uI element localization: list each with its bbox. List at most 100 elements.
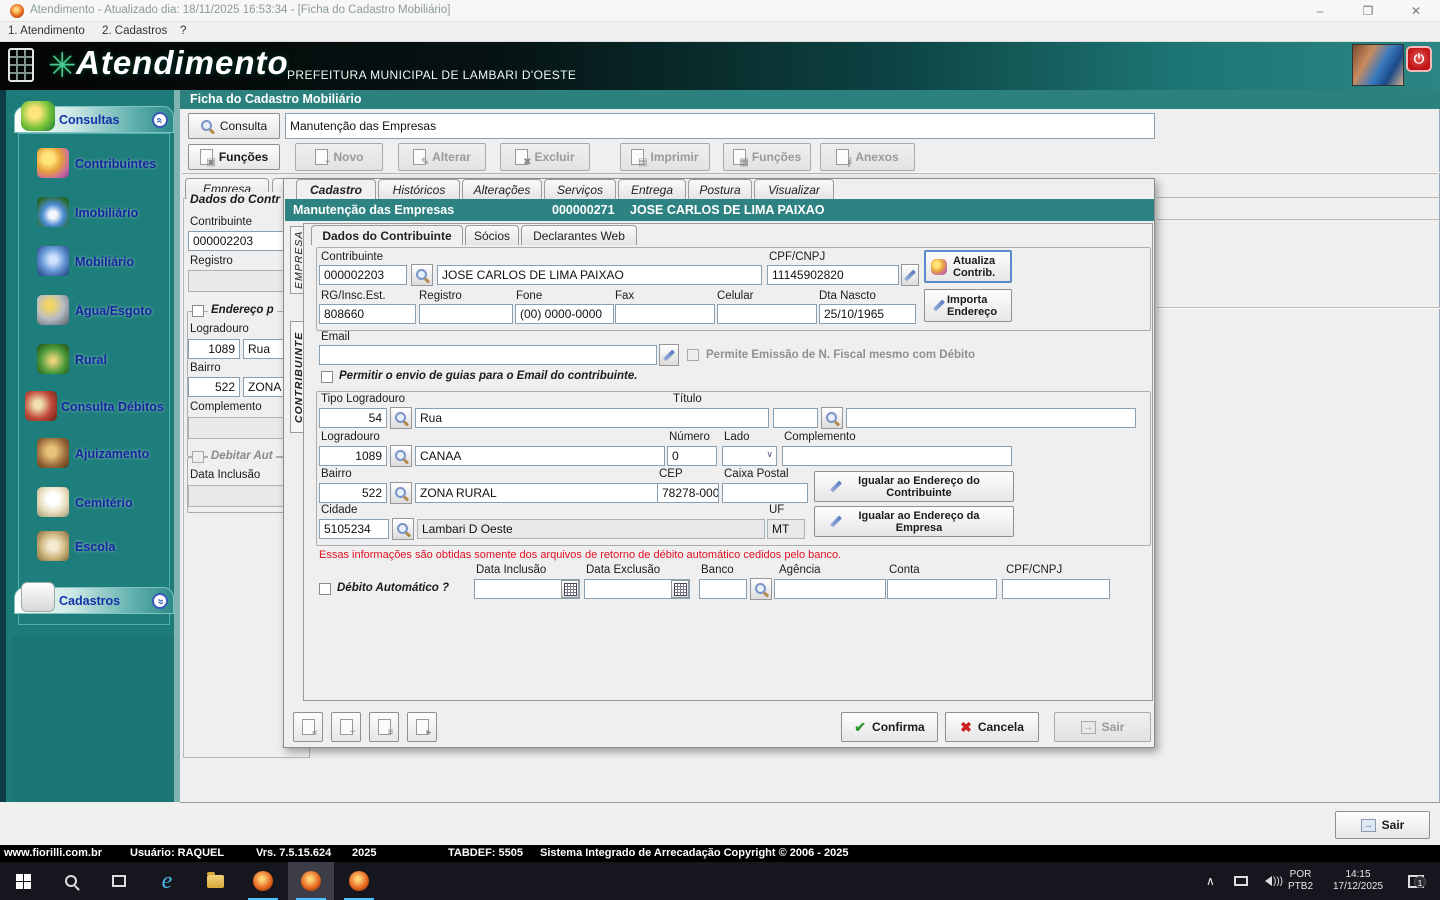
clock[interactable]: 14:15 17/12/2025 — [1322, 862, 1394, 900]
caixa-postal-input[interactable] — [722, 483, 808, 503]
data-inclusao-calendar-button[interactable] — [561, 580, 579, 598]
maximize-button[interactable]: ❐ — [1346, 0, 1390, 22]
titulo-search[interactable] — [821, 407, 843, 429]
cpf-input[interactable]: 11145902820 — [767, 265, 899, 285]
popup-tab-servicos[interactable]: Serviços — [544, 179, 616, 199]
debito-cpf-input[interactable] — [1002, 579, 1110, 599]
email-input[interactable] — [319, 345, 657, 365]
cpf-edit-button[interactable] — [901, 264, 919, 286]
network-icon[interactable] — [1234, 862, 1248, 900]
cep-input[interactable]: 78278-000 — [657, 483, 719, 503]
confirma-button[interactable]: ✔ Confirma — [841, 712, 938, 742]
permitir-envio-checkbox[interactable] — [321, 371, 333, 383]
nav-edit-button[interactable] — [369, 712, 399, 742]
contribuinte-name-input[interactable]: JOSE CARLOS DE LIMA PAIXAO — [437, 265, 762, 285]
banco-input[interactable] — [699, 579, 747, 599]
lado-dropdown[interactable] — [722, 446, 777, 466]
volume-icon[interactable]: ))) — [1260, 862, 1283, 900]
fone-input[interactable]: (00) 0000-0000 — [515, 304, 614, 324]
tipo-logradouro-search[interactable] — [390, 407, 412, 429]
celular-input[interactable] — [717, 304, 817, 324]
popup-sair-button[interactable]: → Sair — [1054, 712, 1151, 742]
contribuinte-search-button[interactable] — [411, 264, 433, 286]
expand-icon[interactable]: » — [152, 593, 168, 609]
cidade-value[interactable]: Lambari D Oeste — [417, 519, 765, 539]
start-button[interactable] — [0, 862, 46, 900]
funcoes-button[interactable]: Funções — [188, 144, 280, 170]
nav-first-button[interactable] — [293, 712, 323, 742]
popup-tab-entrega[interactable]: Entrega — [618, 179, 686, 199]
titulo-code[interactable] — [773, 408, 818, 428]
nascto-input[interactable]: 25/10/1965 — [819, 304, 916, 324]
popup-tab-visualizar[interactable]: Visualizar — [754, 179, 834, 199]
complemento-input[interactable] — [782, 446, 1012, 466]
fiorilli-app1-button[interactable] — [240, 862, 286, 900]
igualar-empresa-button[interactable]: Igualar ao Endereço da Empresa — [814, 506, 1014, 537]
importa-endereco-button[interactable]: Importa Endereço — [924, 289, 1012, 322]
back-logradouro-num[interactable]: 1089 — [188, 339, 240, 359]
back-endereco-checkbox[interactable] — [192, 305, 204, 317]
agencia-input[interactable] — [774, 579, 886, 599]
sidebar-item-consulta-debitos[interactable]: Consulta Débitos — [19, 391, 171, 425]
conta-input[interactable] — [887, 579, 997, 599]
contribuinte-code-input[interactable]: 000002203 — [319, 265, 407, 285]
rg-input[interactable]: 808660 — [319, 304, 416, 324]
excluir-button[interactable]: Excluir — [500, 143, 590, 171]
language-indicator[interactable]: POR PTB2 — [1288, 862, 1313, 900]
email-edit-button[interactable] — [659, 344, 679, 366]
file-explorer-button[interactable] — [192, 862, 238, 900]
close-button[interactable]: ✕ — [1394, 0, 1438, 22]
alterar-button[interactable]: Alterar — [398, 143, 486, 171]
sidebar-item-escola[interactable]: Escola — [19, 531, 171, 565]
sidebar-item-imobiliario[interactable]: Imobiliário — [19, 197, 171, 231]
bairro-value[interactable]: ZONA RURAL — [415, 483, 665, 503]
logradouro-search[interactable] — [390, 445, 412, 467]
fiorilli-app2-button[interactable] — [288, 862, 334, 900]
sidebar-item-cemiterio[interactable]: Cemitério — [19, 487, 171, 521]
fiorilli-app3-button[interactable] — [336, 862, 382, 900]
menu-cadastros[interactable]: 2. Cadastros — [102, 25, 167, 37]
sidebar-item-contribuintes[interactable]: Contribuintes — [19, 148, 171, 182]
tipo-logradouro-code[interactable]: 54 — [319, 408, 387, 428]
popup-tab-postura[interactable]: Postura — [688, 179, 752, 199]
taskbar-search-button[interactable] — [48, 862, 94, 900]
internet-explorer-button[interactable]: e — [144, 862, 190, 900]
tray-chevron[interactable]: ∧ — [1206, 862, 1215, 900]
back-debitar-checkbox[interactable] — [192, 451, 204, 463]
tipo-logradouro-value[interactable]: Rua — [415, 408, 769, 428]
data-exclusao-calendar-button[interactable] — [671, 580, 689, 598]
registro-input[interactable] — [419, 304, 513, 324]
cidade-search[interactable] — [392, 518, 414, 540]
consulta-button[interactable]: Consulta — [188, 113, 280, 139]
menu-help[interactable]: ? — [180, 25, 186, 37]
power-exit-icon[interactable]: ⏻ — [1406, 46, 1432, 72]
igualar-contribuinte-button[interactable]: Igualar ao Endereço do Contribuinte — [814, 471, 1014, 502]
imprimir-button[interactable]: Imprimir — [620, 143, 710, 171]
sidebar-item-mobiliario[interactable]: Mobiliário — [19, 246, 171, 280]
debito-automatico-checkbox[interactable] — [319, 583, 331, 595]
nav-post-button[interactable] — [407, 712, 437, 742]
search-input[interactable]: Manutenção das Empresas — [285, 113, 1155, 139]
novo-button[interactable]: Novo — [295, 143, 383, 171]
banco-search[interactable] — [750, 578, 772, 600]
minimize-button[interactable]: – — [1298, 0, 1342, 22]
anexos-button[interactable]: Anexos — [820, 143, 915, 171]
popup-tab-historicos[interactable]: Históricos — [378, 179, 460, 199]
fax-input[interactable] — [615, 304, 715, 324]
sidebar-group-cadastros[interactable]: Cadastros » — [14, 582, 174, 614]
sidebar-item-ajuizamento[interactable]: Ajuizamento — [19, 438, 171, 472]
titulo-value[interactable] — [846, 408, 1136, 428]
uf-input[interactable]: MT — [767, 519, 805, 539]
popup-tab-alteracoes[interactable]: Alterações — [462, 179, 542, 199]
popup-tab-cadastro[interactable]: Cadastro — [296, 179, 376, 199]
sidebar-item-rural[interactable]: Rural — [19, 344, 171, 378]
bairro-search[interactable] — [390, 482, 412, 504]
funcoes2-button[interactable]: Funções — [723, 143, 811, 171]
inner-tab-dados[interactable]: Dados do Contribuinte — [311, 225, 463, 245]
logradouro-value[interactable]: CANAA — [415, 446, 665, 466]
collapse-icon[interactable]: » — [152, 112, 168, 128]
sair-button[interactable]: → Sair — [1335, 811, 1430, 839]
inner-tab-declarantes[interactable]: Declarantes Web — [521, 225, 637, 245]
notification-center[interactable]: 1 — [1408, 862, 1426, 900]
cidade-code[interactable]: 5105234 — [319, 519, 389, 539]
